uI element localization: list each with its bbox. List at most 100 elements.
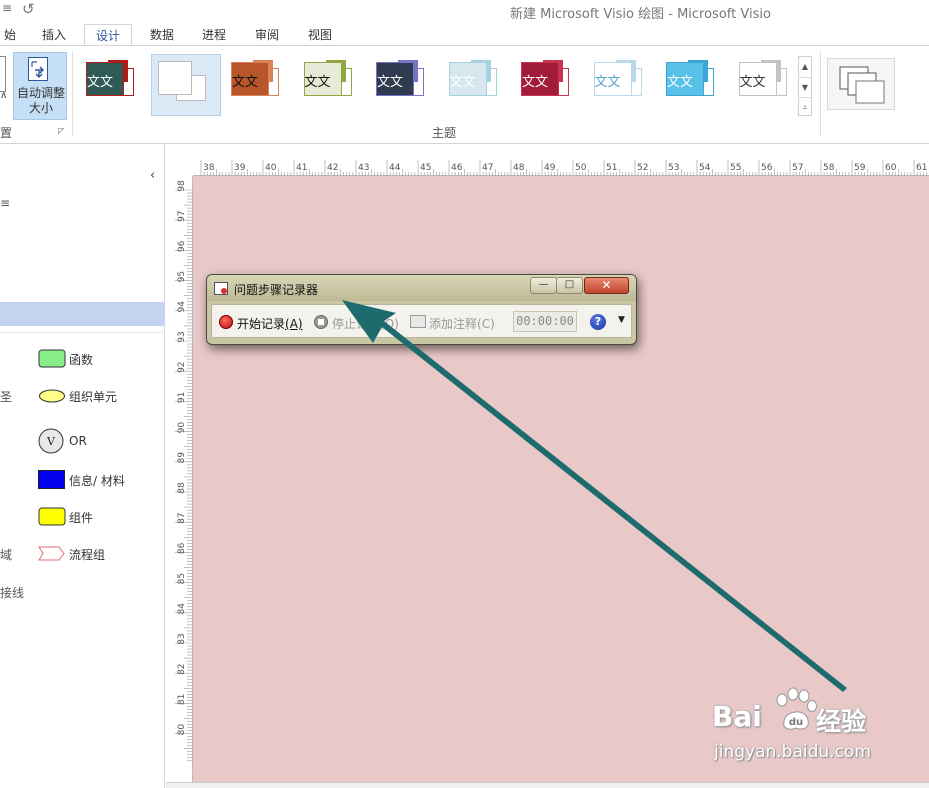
orientation-icon[interactable] [0,56,6,92]
chevron-down-icon[interactable]: ▼ [618,315,625,325]
shape-item-process-group[interactable]: 域 流程组 [0,541,165,567]
ruler-label: 95 [177,271,187,282]
shape-item-org-unit[interactable]: 圣 组织单元 [0,383,165,409]
shape-label: 流程组 [69,548,106,562]
or-shape-icon: V [38,428,64,454]
stop-record-shortcut: (O) [380,317,399,331]
ruler-label: 48 [513,163,525,173]
stop-record-label: 停止记录 [332,317,381,331]
auto-size-icon [28,57,48,81]
ruler-label: 89 [177,452,187,464]
theme-sample-text: 文文 [739,75,766,90]
selected-stencil-row[interactable] [0,302,165,326]
theme-thumbnail-1[interactable]: 文文 [78,54,148,116]
ruler-label: 85 [177,573,187,584]
ruler-label: 86 [177,542,187,554]
shape-item-component[interactable]: 组件 [0,504,165,530]
gallery-scroll: ▲ ▼ ⩡ [798,56,812,116]
steps-recorder-app-icon [214,282,228,295]
ruler-label: 82 [177,663,187,674]
theme-sample-text: 文文 [449,75,476,90]
steps-recorder-window: 问题步骤记录器 — □ ✕ 开始记录(A) 停止记录(O) 添加注释(C) 00… [206,274,637,345]
shape-item-connector[interactable]: 接线 [0,579,165,605]
theme-sample-text: 文文 [232,75,259,90]
start-record-label: 开始记录 [237,317,286,331]
stop-record-button[interactable]: 停止记录(O) [332,315,399,332]
theme-thumbnail-9[interactable]: 文文 [658,54,728,116]
title-bar: ≡ ↺ 新建 Microsoft Visio 绘图 - Microsoft Vi… [0,0,929,22]
tab-data[interactable]: 数据 [140,24,184,46]
ruler-label: 52 [637,163,648,173]
horizontal-scrollbar[interactable] [166,782,929,788]
vertical-ruler[interactable]: 98 97 96 95 94 93 92 91 90 89 88 87 86 85 84 83 82 81 80 [175,176,193,782]
tab-process[interactable]: 进程 [192,24,236,46]
start-record-button[interactable]: 开始记录(A) [237,315,303,332]
ruler-label: 55 [730,163,741,173]
stop-icon[interactable] [314,315,328,329]
page-setup-group-label: 置 [0,126,13,140]
theme-thumbnail-3[interactable]: 文文 [223,54,293,116]
add-comment-label: 添加注释 [429,317,478,331]
add-comment-shortcut: (C) [477,317,495,331]
ruler-label: 91 [177,392,187,403]
steps-recorder-title: 问题步骤记录器 [234,283,319,297]
shape-label: 函数 [69,353,94,367]
shape-item-information[interactable]: 信息/ 材料 [0,467,165,493]
scroll-down-icon[interactable]: ▼ [799,77,811,97]
theme-thumbnail-10[interactable]: 文文 [731,54,801,116]
ruler-label: 92 [177,361,187,372]
watermark-jingyan: 经验 [816,707,867,736]
tab-design[interactable]: 设计 [84,24,132,46]
auto-size-label-line1: 自动调整 [16,86,65,100]
watermark-bai: Bai [712,700,762,733]
shape-item-or[interactable]: V OR [0,428,165,455]
quick-access-menu-icon[interactable]: ≡ [2,1,12,15]
panel-text-fragment: 域 [0,548,13,562]
dialog-launcher-icon[interactable]: ◸ [58,126,64,135]
ruler-label: 59 [854,163,866,173]
help-icon[interactable]: ? [590,314,606,330]
theme-thumbnail-2[interactable] [150,54,221,116]
theme-thumbnail-5[interactable]: 文文 [368,54,438,116]
ruler-label: 41 [296,163,307,173]
ruler-label: 54 [699,163,711,173]
undo-icon[interactable]: ↺ [22,0,35,18]
ruler-label: 83 [177,633,187,644]
start-record-shortcut: (A) [285,317,303,331]
minimize-button[interactable]: — [530,277,557,294]
horizontal-ruler[interactable]: 38 39 40 41 42 43 44 45 46 47 48 49 50 51 52 53 54 55 56 57… [193,160,929,176]
paw-icon: du [776,687,817,730]
variant-thumbnail[interactable] [827,58,895,110]
theme-thumbnail-8[interactable]: 文文 [586,54,656,116]
theme-thumbnail-4[interactable]: 文文 [296,54,366,116]
ruler-label: 51 [606,163,617,173]
ruler-label: 84 [177,603,187,615]
record-icon[interactable] [219,315,233,329]
theme-thumbnail-6[interactable]: 文文 [441,54,511,116]
tab-view[interactable]: 视图 [298,24,342,46]
shape-item-function[interactable]: 函数 [0,346,165,372]
scroll-up-icon[interactable]: ▲ [799,57,811,77]
close-button[interactable]: ✕ [584,277,629,294]
tab-home[interactable]: 始 [0,24,20,46]
chevron-down-icon[interactable]: ∧ [0,90,7,101]
steps-recorder-titlebar[interactable]: 问题步骤记录器 — □ ✕ [207,275,636,301]
panel-text-fragment: ≡ [0,196,11,210]
tab-insert[interactable]: 插入 [32,24,76,46]
add-comment-button[interactable]: 添加注释(C) [429,315,495,332]
component-shape-icon [38,507,66,526]
ruler-label: 60 [885,163,897,173]
ruler-label: 90 [177,422,187,434]
collapse-panel-icon[interactable]: ‹ [150,168,155,183]
comment-icon[interactable] [410,315,426,328]
ruler-label: 43 [358,163,369,173]
process-group-shape-icon [38,546,65,561]
maximize-button[interactable]: □ [556,277,583,294]
ruler-label: 98 [177,180,187,192]
tab-review[interactable]: 审阅 [245,24,289,46]
gallery-more-icon[interactable]: ⩡ [799,97,811,117]
theme-thumbnail-7[interactable]: 文文 [513,54,583,116]
auto-size-button[interactable]: 自动调整 大小 [13,52,67,120]
panel-text-fragment: 圣 [0,390,13,404]
ruler-label: 45 [420,163,431,173]
